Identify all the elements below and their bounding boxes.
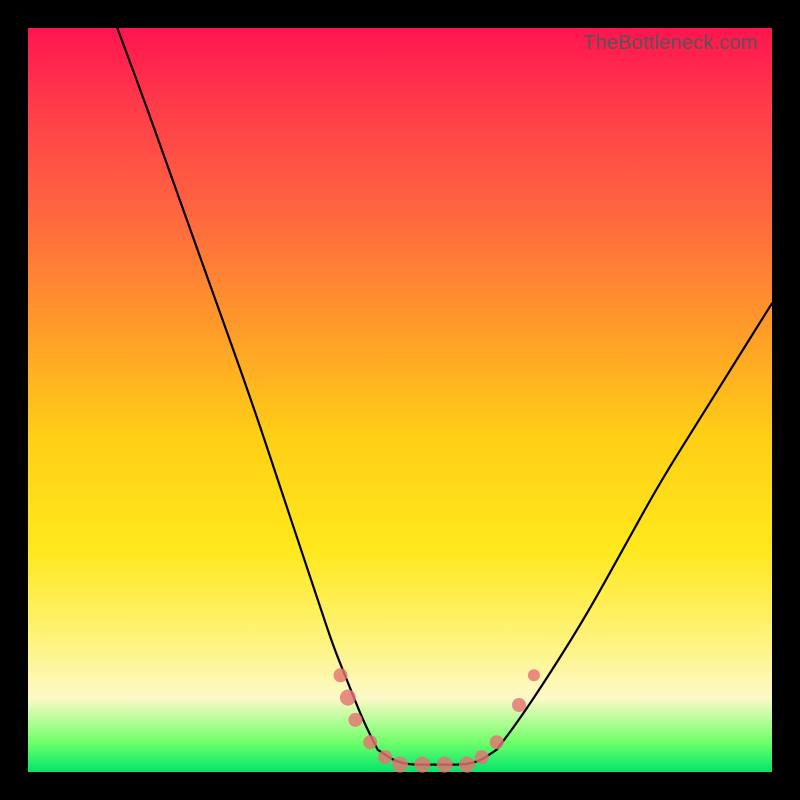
data-marker <box>512 698 526 712</box>
data-marker <box>363 735 377 749</box>
data-marker <box>414 757 430 773</box>
data-marker <box>378 750 392 764</box>
data-marker <box>459 757 475 773</box>
bottleneck-curve <box>28 28 772 772</box>
data-marker <box>437 757 453 773</box>
plot-area: TheBottleneck.com <box>28 28 772 772</box>
curve-path <box>117 28 772 765</box>
data-marker <box>392 757 408 773</box>
chart-frame: TheBottleneck.com <box>0 0 800 800</box>
data-marker <box>348 713 362 727</box>
data-marker <box>475 750 489 764</box>
data-marker <box>528 669 540 681</box>
data-marker <box>340 690 356 706</box>
data-marker <box>490 735 504 749</box>
data-marker <box>334 668 348 682</box>
